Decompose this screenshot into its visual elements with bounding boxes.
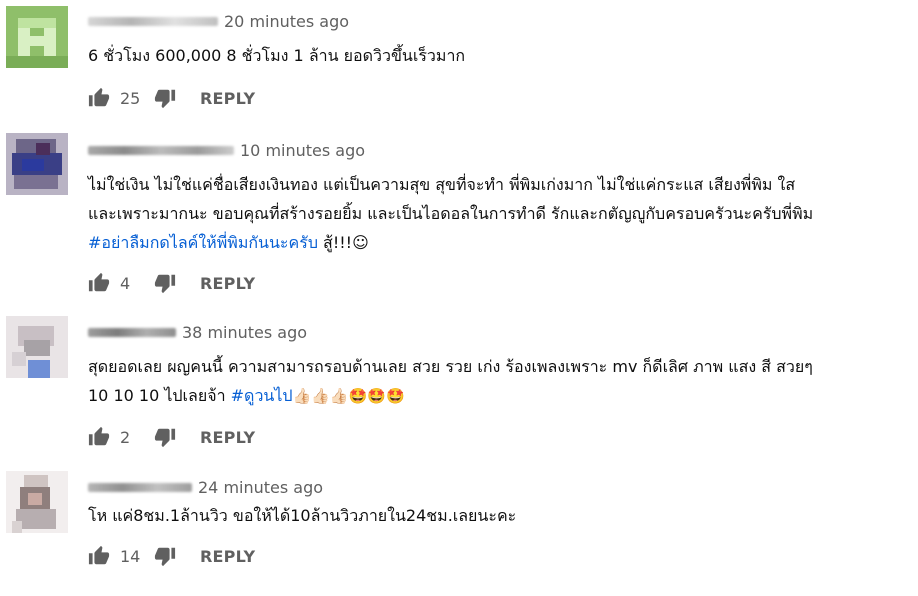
reply-button[interactable]: REPLY xyxy=(200,428,255,447)
like-icon[interactable] xyxy=(88,87,110,109)
comment-text-line: 6 ชั่วโมง 600,000 8 ชั่วโมง 1 ล้าน ยอดวิ… xyxy=(88,46,466,65)
author-name[interactable] xyxy=(88,145,234,155)
author-name[interactable] xyxy=(88,16,218,26)
comment-header: 10 minutes ago xyxy=(88,139,908,161)
comment-text-suffix: สู้!!!☺ xyxy=(317,233,369,252)
reply-button[interactable]: REPLY xyxy=(200,547,255,566)
hashtag-link[interactable]: #อย่าลืมกดไลค์ให้พี่พิมกันนะครับ xyxy=(88,233,318,252)
comment-text: สุดยอดเลย ผญคนนี้ ความสามารถรอบด้านเลย ส… xyxy=(88,352,908,411)
comment-text-line: 10 10 10 ไปเลยจ้า #ดูวนไป👍🏻👍🏻👍🏻🤩🤩🤩 xyxy=(88,381,908,411)
like-icon[interactable] xyxy=(88,272,110,294)
comment-timestamp[interactable]: 10 minutes ago xyxy=(240,141,365,160)
reply-button[interactable]: REPLY xyxy=(200,274,255,293)
reply-button[interactable]: REPLY xyxy=(200,89,255,108)
avatar[interactable] xyxy=(6,133,68,195)
comment-text-line: 10 10 10 ไปเลยจ้า xyxy=(88,386,226,405)
like-icon[interactable] xyxy=(88,545,110,567)
dislike-icon[interactable] xyxy=(154,545,176,567)
dislike-icon[interactable] xyxy=(154,87,176,109)
like-count: 25 xyxy=(120,88,141,108)
avatar[interactable] xyxy=(6,6,68,68)
author-name[interactable] xyxy=(88,327,176,337)
dislike-icon[interactable] xyxy=(154,272,176,294)
comment-text: โห แค่8ชม.1ล้านวิว ขอให้ได้10ล้านวิวภายใ… xyxy=(88,501,908,530)
avatar[interactable] xyxy=(6,316,68,378)
like-count: 14 xyxy=(120,546,141,566)
author-name[interactable] xyxy=(88,482,192,492)
comment-text-line: ไม่ใช่เงิน ไม่ใช่แค่ชื่อเสียงเงินทอง แต่… xyxy=(88,175,796,194)
dislike-icon[interactable] xyxy=(154,426,176,448)
comment-actions: 4 REPLY xyxy=(88,271,908,295)
comment-text-line: โห แค่8ชม.1ล้านวิว ขอให้ได้10ล้านวิวภายใ… xyxy=(88,506,517,525)
emoji-sequence: 👍🏻👍🏻👍🏻🤩🤩🤩 xyxy=(292,387,405,405)
comment-timestamp[interactable]: 38 minutes ago xyxy=(182,323,307,342)
comment-text: 6 ชั่วโมง 600,000 8 ชั่วโมง 1 ล้าน ยอดวิ… xyxy=(88,41,908,70)
comment-timestamp[interactable]: 24 minutes ago xyxy=(198,478,323,497)
comment-header: 20 minutes ago xyxy=(88,10,908,32)
comment-text-line: #อย่าลืมกดไลค์ให้พี่พิมกันนะครับ สู้!!!☺ xyxy=(88,228,908,257)
comment-header: 38 minutes ago xyxy=(88,321,908,343)
avatar[interactable] xyxy=(6,471,68,533)
like-icon[interactable] xyxy=(88,426,110,448)
comments-section: 20 minutes ago 6 ชั่วโมง 600,000 8 ชั่วโ… xyxy=(0,0,918,596)
comment-text-line: สุดยอดเลย ผญคนนี้ ความสามารถรอบด้านเลย ส… xyxy=(88,357,813,376)
comment-actions: 25 REPLY xyxy=(88,86,908,110)
like-count: 2 xyxy=(120,427,131,447)
comment-timestamp[interactable]: 20 minutes ago xyxy=(224,12,349,31)
comment-text-line: และเพราะมากนะ ขอบคุณที่สร้างรอยยิ้ม และเ… xyxy=(88,204,814,223)
comment-text: ไม่ใช่เงิน ไม่ใช่แค่ชื่อเสียงเงินทอง แต่… xyxy=(88,170,908,257)
hashtag-link[interactable]: #ดูวนไป xyxy=(231,386,293,405)
like-count: 4 xyxy=(120,273,131,293)
comment-actions: 14 REPLY xyxy=(88,544,908,568)
comment-actions: 2 REPLY xyxy=(88,425,908,449)
comment-header: 24 minutes ago xyxy=(88,476,908,498)
